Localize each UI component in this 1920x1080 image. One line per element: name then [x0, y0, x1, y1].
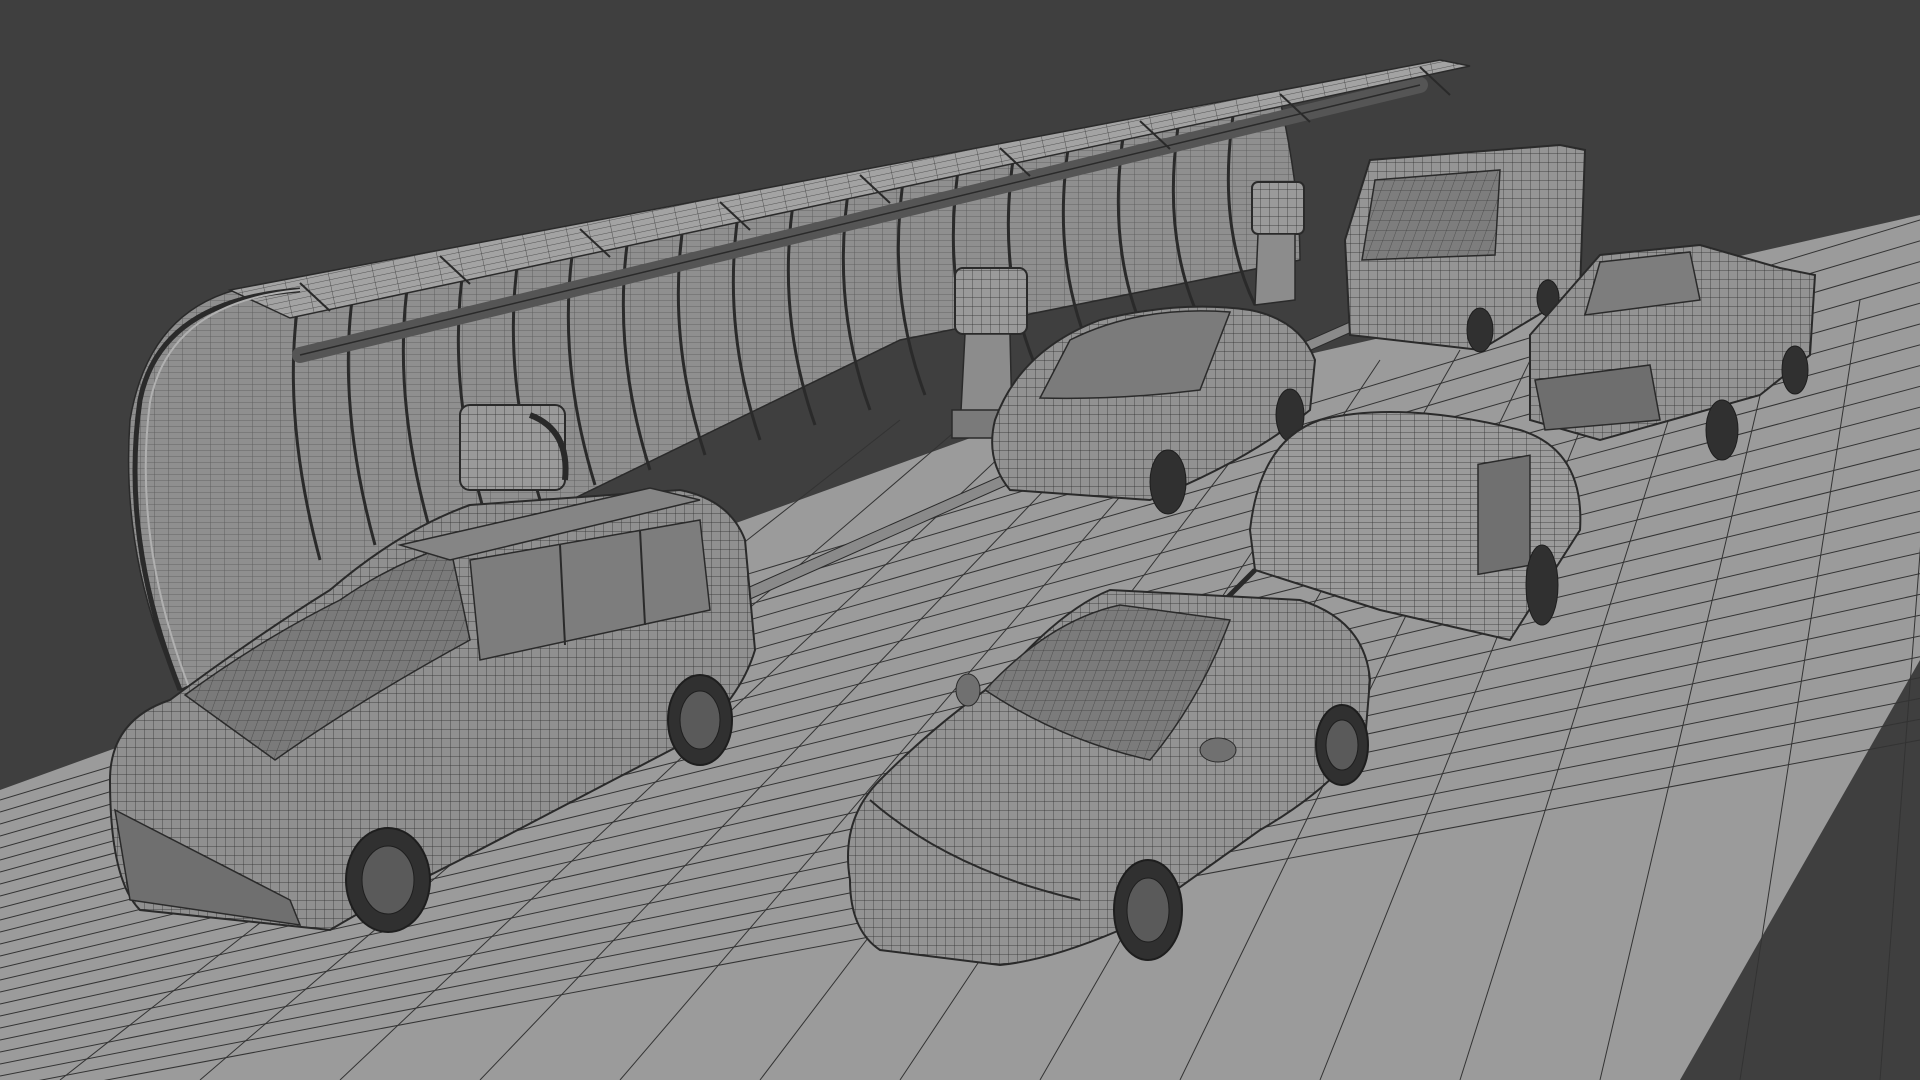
wireframe-viewport[interactable]: [0, 0, 1920, 1080]
ev-charger-left: [459, 404, 569, 491]
scene-svg: [0, 0, 1920, 1080]
